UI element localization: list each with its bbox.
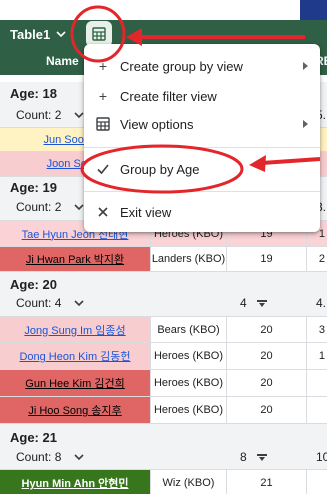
extra-cell[interactable]	[306, 370, 327, 396]
submenu-arrow-icon	[303, 62, 308, 70]
menu-divider	[84, 147, 320, 148]
menu-item-create-group-by-view[interactable]: + Create group by view	[84, 52, 320, 80]
age-cell[interactable]: 20	[226, 343, 306, 369]
age-cell[interactable]: 21	[226, 470, 306, 494]
view-options-menu: + Create group by view + Create filter v…	[84, 44, 320, 232]
summary-icon[interactable]	[256, 451, 268, 463]
menu-divider	[84, 191, 320, 192]
age-cell[interactable]: 20	[226, 370, 306, 396]
table-row[interactable]: Ji Hoo Song 송지후 Heroes (KBO) 20	[0, 397, 327, 424]
group-count: Count: 4	[16, 296, 62, 310]
player-name-link[interactable]: Gun Hee Kim 김건희	[0, 370, 150, 396]
table-name-chip[interactable]: Table1	[4, 22, 72, 46]
player-name-link[interactable]: Dong Heon Kim 김동헌	[0, 343, 150, 369]
chevron-down-icon[interactable]	[74, 298, 84, 308]
table-row[interactable]: Hyun Min Ahn 안현민 Wiz (KBO) 21	[0, 470, 327, 494]
menu-item-label: Create group by view	[120, 58, 243, 74]
header-blue-strip	[300, 0, 327, 20]
extra-cell[interactable]: 3	[306, 317, 327, 342]
group-count-value: 4	[240, 296, 247, 310]
group-count: Count: 2	[16, 108, 62, 122]
menu-item-create-filter-view[interactable]: + Create filter view	[84, 82, 320, 110]
chevron-down-icon[interactable]	[74, 452, 84, 462]
chevron-down-icon[interactable]	[74, 110, 84, 120]
table-view-icon	[92, 27, 106, 41]
group-title: Age: 18	[10, 86, 57, 101]
menu-item-label: Group by Age	[120, 161, 200, 177]
menu-item-view-options[interactable]: View options	[84, 110, 320, 138]
group-summary-value: 4.	[316, 296, 327, 310]
table-name-label: Table1	[10, 26, 51, 42]
menu-item-label: View options	[120, 116, 194, 132]
team-cell[interactable]: Bears (KBO)	[150, 317, 226, 342]
group-title: Age: 19	[10, 180, 57, 195]
player-name-link[interactable]: Ji Hoo Song 송지후	[0, 397, 150, 423]
plus-icon: +	[98, 58, 108, 74]
menu-item-label: Exit view	[120, 204, 172, 220]
team-cell[interactable]: Landers (KBO)	[150, 247, 226, 271]
team-cell[interactable]: Heroes (KBO)	[150, 397, 226, 423]
chevron-down-icon	[56, 31, 66, 38]
extra-cell[interactable]: 1	[306, 343, 327, 369]
player-name-link[interactable]: Jong Sung Im 임종성	[0, 317, 150, 342]
age-cell[interactable]: 20	[226, 317, 306, 342]
age-cell[interactable]: 19	[226, 247, 306, 271]
team-cell[interactable]: Heroes (KBO)	[150, 343, 226, 369]
table-row[interactable]: Dong Heon Kim 김동헌 Heroes (KBO) 20 1	[0, 343, 327, 370]
age-cell[interactable]: 20	[226, 397, 306, 423]
table-row[interactable]: Ji Hwan Park 박지환 Landers (KBO) 19 2	[0, 247, 327, 272]
group-row-age-20[interactable]: Age: 20 Count: 4 4 4.	[0, 272, 327, 317]
menu-item-exit-view[interactable]: Exit view	[84, 198, 320, 226]
column-header-name[interactable]: Name	[46, 54, 79, 68]
extra-cell[interactable]: 2	[306, 247, 327, 271]
menu-item-label: Create filter view	[120, 88, 217, 104]
group-title: Age: 20	[10, 277, 57, 292]
table-view-icon	[96, 117, 110, 131]
group-count: Count: 2	[16, 200, 62, 214]
group-row-age-21[interactable]: Age: 21 Count: 8 8 10	[0, 424, 327, 470]
team-cell[interactable]: Heroes (KBO)	[150, 370, 226, 396]
summary-icon[interactable]	[256, 297, 268, 309]
extra-cell[interactable]	[306, 470, 327, 494]
group-count-value: 8	[240, 450, 247, 464]
player-name-link[interactable]: Ji Hwan Park 박지환	[0, 247, 150, 271]
close-icon	[96, 205, 110, 219]
plus-icon: +	[98, 88, 108, 104]
checkmark-icon	[96, 162, 110, 176]
menu-item-group-by-age[interactable]: Group by Age	[84, 155, 320, 183]
player-name-link[interactable]: Hyun Min Ahn 안현민	[0, 470, 150, 494]
submenu-arrow-icon	[303, 120, 308, 128]
group-summary-value: 10	[316, 450, 327, 464]
extra-cell[interactable]	[306, 397, 327, 423]
group-count: Count: 8	[16, 450, 62, 464]
table-row[interactable]: Jong Sung Im 임종성 Bears (KBO) 20 3	[0, 317, 327, 343]
chevron-down-icon[interactable]	[74, 202, 84, 212]
table-row[interactable]: Gun Hee Kim 김건희 Heroes (KBO) 20	[0, 370, 327, 397]
group-title: Age: 21	[10, 430, 57, 445]
team-cell[interactable]: Wiz (KBO)	[150, 470, 226, 494]
